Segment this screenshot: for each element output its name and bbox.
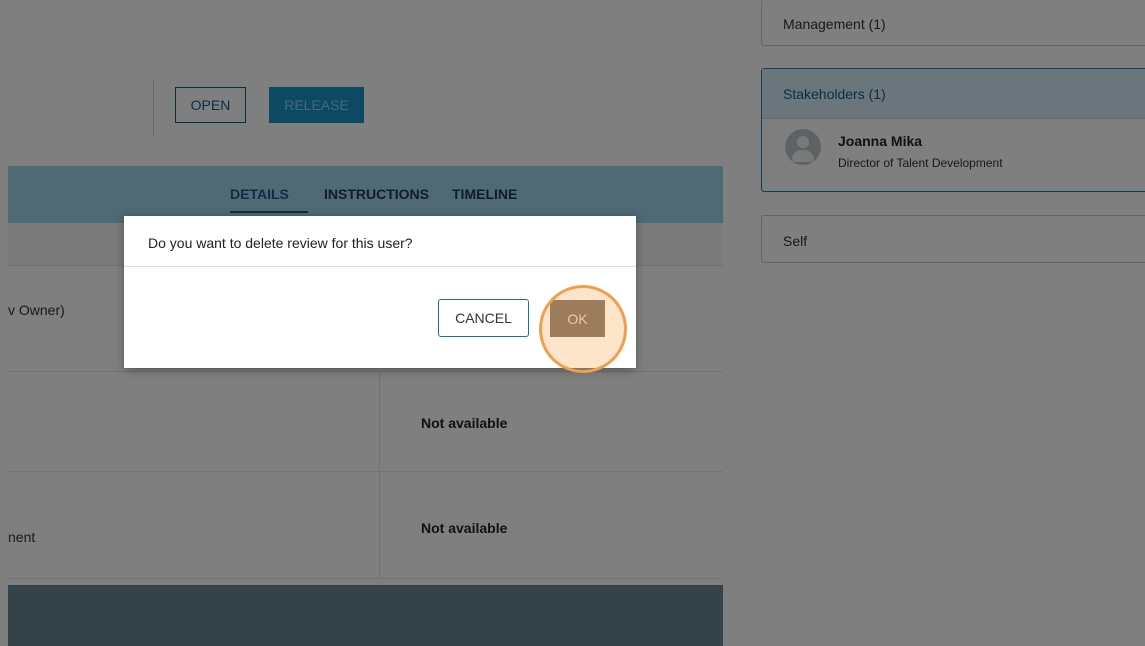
dialog-divider bbox=[124, 266, 636, 267]
cancel-button[interactable]: CANCEL bbox=[438, 299, 529, 337]
dialog-message: Do you want to delete review for this us… bbox=[148, 235, 413, 251]
ok-button[interactable]: OK bbox=[550, 300, 605, 337]
delete-review-dialog: Do you want to delete review for this us… bbox=[124, 216, 636, 368]
